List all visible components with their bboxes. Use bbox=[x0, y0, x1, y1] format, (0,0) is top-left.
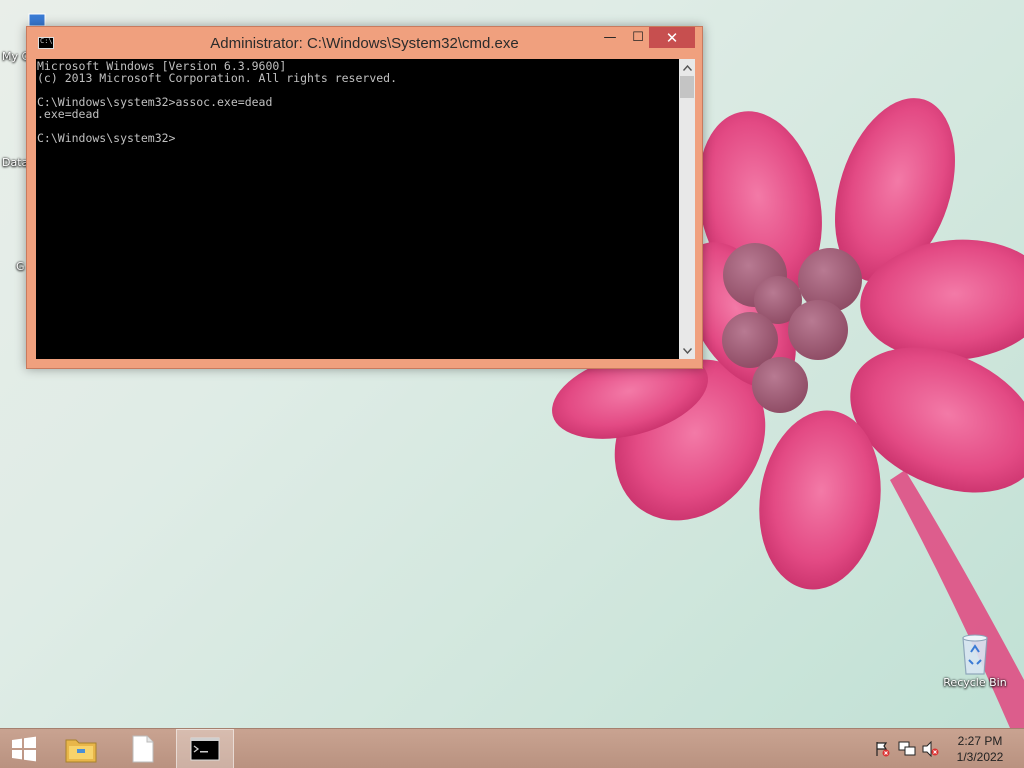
console-text: Microsoft Windows [Version 6.3.9600] (c)… bbox=[37, 60, 678, 144]
scroll-up-button[interactable] bbox=[679, 59, 695, 76]
maximize-button[interactable]: ☐ bbox=[625, 27, 651, 48]
vertical-scrollbar[interactable] bbox=[679, 59, 695, 359]
taskbar-file-explorer[interactable] bbox=[56, 729, 106, 768]
console-line: C:\Windows\system32> bbox=[37, 131, 176, 145]
close-icon: ✕ bbox=[665, 28, 679, 47]
chevron-down-icon bbox=[682, 347, 692, 354]
windows-logo-icon bbox=[12, 736, 36, 762]
title-bar[interactable]: C:\ Administrator: C:\Windows\System32\c… bbox=[27, 27, 702, 59]
action-center-flag-icon bbox=[876, 742, 890, 757]
tray-network[interactable] bbox=[896, 729, 918, 768]
taskbar-clock[interactable]: 2:27 PM 1/3/2022 bbox=[944, 733, 1016, 765]
tray-volume[interactable] bbox=[920, 729, 942, 768]
scroll-down-button[interactable] bbox=[679, 342, 695, 359]
cmd-window[interactable]: C:\ Administrator: C:\Windows\System32\c… bbox=[26, 26, 703, 369]
desktop-icon-recycle-bin[interactable]: Recycle Bin bbox=[940, 632, 1010, 689]
taskbar: 2:27 PM 1/3/2022 bbox=[0, 728, 1024, 768]
minimize-icon: — bbox=[603, 30, 617, 45]
close-button[interactable]: ✕ bbox=[649, 27, 695, 48]
folder-icon bbox=[65, 739, 97, 763]
clock-date: 1/3/2022 bbox=[956, 750, 1004, 764]
console-line: (c) 2013 Microsoft Corporation. All righ… bbox=[37, 71, 398, 85]
document-icon bbox=[132, 735, 154, 763]
clock-time: 2:27 PM bbox=[957, 734, 1003, 748]
taskbar-document[interactable] bbox=[118, 729, 168, 768]
volume-muted-icon bbox=[922, 741, 939, 757]
console-output[interactable]: Microsoft Windows [Version 6.3.9600] (c)… bbox=[36, 59, 679, 359]
recycle-bin-label: Recycle Bin bbox=[943, 676, 1007, 689]
scroll-thumb[interactable] bbox=[680, 76, 694, 98]
taskbar-command-prompt[interactable] bbox=[176, 729, 234, 768]
network-icon bbox=[898, 741, 916, 756]
console-line: .exe=dead bbox=[37, 107, 100, 121]
maximize-icon: ☐ bbox=[632, 30, 644, 45]
minimize-button[interactable]: — bbox=[597, 27, 623, 48]
recycle-bin-icon bbox=[957, 632, 993, 675]
cmd-icon bbox=[190, 737, 220, 761]
chevron-up-icon bbox=[682, 64, 692, 71]
start-button[interactable] bbox=[0, 729, 48, 768]
tray-flag[interactable] bbox=[872, 729, 892, 768]
